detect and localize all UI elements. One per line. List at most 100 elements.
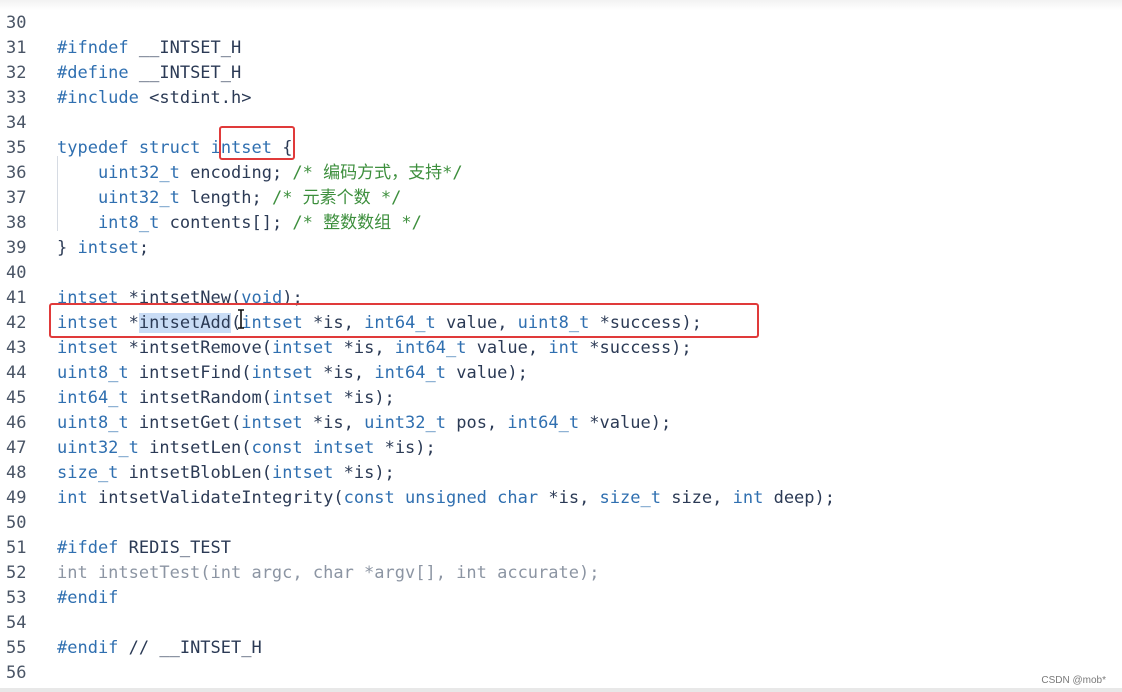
line-code[interactable]: #endif xyxy=(57,586,118,611)
line-code[interactable]: #include <stdint.h> xyxy=(57,86,251,111)
code-line[interactable]: 40 xyxy=(0,261,1122,286)
code-line[interactable]: 48 size_t intsetBlobLen(intset *is); xyxy=(0,461,1122,486)
line-code[interactable]: int64_t intsetRandom(intset *is); xyxy=(57,386,395,411)
code-token: // __INTSET_H xyxy=(118,638,262,658)
code-line[interactable]: 53 #endif xyxy=(0,586,1122,611)
code-token: *intsetRemove( xyxy=(118,338,272,358)
line-code[interactable]: int intsetTest(int argc, char *argv[], i… xyxy=(57,561,599,586)
line-code[interactable]: int intsetValidateIntegrity(const unsign… xyxy=(57,486,835,511)
code-token: <stdint.h> xyxy=(138,88,252,108)
code-token: *success); xyxy=(579,338,692,358)
line-number: 42 xyxy=(6,313,27,333)
code-token: uint8_t xyxy=(57,413,129,433)
code-line[interactable]: 32 #define __INTSET_H xyxy=(0,61,1122,86)
watermark: CSDN @mob* xyxy=(1041,675,1106,686)
code-line[interactable]: 30 xyxy=(0,11,1122,36)
line-number: 40 xyxy=(6,263,27,283)
line-code[interactable]: uint32_t encoding; /* 编码方式，支持*/ xyxy=(57,161,463,186)
code-line[interactable]: 35 typedef struct intset { xyxy=(0,136,1122,161)
line-code[interactable]: #endif // __INTSET_H xyxy=(57,636,262,661)
line-code[interactable]: uint8_t intsetFind(intset *is, int64_t v… xyxy=(57,361,528,386)
code-token: intset xyxy=(57,338,119,358)
code-token: intsetValidateIntegrity( xyxy=(87,488,344,508)
line-code[interactable]: #ifndef __INTSET_H xyxy=(57,36,241,61)
code-line[interactable]: 36 uint32_t encoding; /* 编码方式，支持*/ xyxy=(0,161,1122,186)
line-number: 31 xyxy=(6,38,27,58)
line-code[interactable]: uint8_t intsetGet(intset *is, uint32_t p… xyxy=(57,411,671,436)
code-token: intset xyxy=(271,338,334,358)
code-token: int xyxy=(732,488,764,508)
highlight-box-struct-name xyxy=(219,126,295,160)
code-token: #endif xyxy=(57,638,119,658)
code-line[interactable]: 45 int64_t intsetRandom(intset *is); xyxy=(0,386,1122,411)
line-code[interactable]: intset *intsetRemove(intset *is, int64_t… xyxy=(57,336,692,361)
code-line[interactable]: 52 int intsetTest(int argc, char *argv[],… xyxy=(0,561,1122,586)
code-token: *is, xyxy=(312,363,375,383)
line-code[interactable]: } intset; xyxy=(57,236,149,261)
code-editor[interactable]: 29 */3031#ifndef __INTSET_H32#define __I… xyxy=(0,0,1122,692)
line-number: 49 xyxy=(6,488,27,508)
line-code[interactable]: uint32_t length; /* 元素个数 */ xyxy=(57,186,401,211)
line-number: 53 xyxy=(6,588,27,608)
code-line[interactable]: 37 uint32_t length; /* 元素个数 */ xyxy=(0,186,1122,211)
code-line[interactable]: 56 xyxy=(0,661,1122,686)
code-token: uint32_t xyxy=(364,413,446,433)
code-token: *is, xyxy=(333,338,395,358)
code-token: int xyxy=(548,338,580,358)
code-line[interactable]: 39} intset; xyxy=(0,236,1122,261)
code-token: intsetFind( xyxy=(128,363,252,383)
code-token: int64_t xyxy=(57,388,129,408)
code-line[interactable]: 34 xyxy=(0,111,1122,136)
code-token: __INTSET_H xyxy=(128,38,242,58)
code-line[interactable]: 49 int intsetValidateIntegrity(const unsi… xyxy=(0,486,1122,511)
code-line[interactable]: 46 uint8_t intsetGet(intset *is, uint32_t… xyxy=(0,411,1122,436)
code-token: typedef xyxy=(57,138,129,158)
code-token: ; xyxy=(138,238,150,258)
code-token: contents[]; xyxy=(159,213,293,233)
code-token: value, xyxy=(466,338,549,358)
code-token: size_t xyxy=(599,488,661,508)
line-number: 52 xyxy=(6,563,27,583)
line-code[interactable]: #ifdef REDIS_TEST xyxy=(57,536,231,561)
code-line[interactable]: 31 #ifndef __INTSET_H xyxy=(0,36,1122,61)
code-line[interactable]: 54 xyxy=(0,611,1122,636)
code-token: __INTSET_H xyxy=(128,63,242,83)
code-token: #ifndef xyxy=(57,38,129,58)
code-line[interactable]: 43 intset *intsetRemove(intset *is, int64… xyxy=(0,336,1122,361)
line-number: 48 xyxy=(6,463,27,483)
code-token: intset xyxy=(271,388,334,408)
line-number: 32 xyxy=(6,63,27,83)
code-token: int64_t xyxy=(374,363,446,383)
code-line[interactable]: 44 uint8_t intsetFind(intset *is, int64_t… xyxy=(0,361,1122,386)
code-token: *is, xyxy=(302,413,365,433)
code-line[interactable]: 38 int8_t contents[]; /* 整数数组 */ xyxy=(0,211,1122,236)
code-token: REDIS_TEST xyxy=(118,538,232,558)
highlight-box-intsetadd-line xyxy=(49,303,759,338)
code-token: *is); xyxy=(333,388,395,408)
code-token: intsetBlobLen( xyxy=(118,463,272,483)
code-line[interactable]: 47 uint32_t intsetLen(const intset *is); xyxy=(0,436,1122,461)
code-token: value); xyxy=(445,363,528,383)
line-code[interactable]: size_t intsetBlobLen(intset *is); xyxy=(57,461,395,486)
line-number: 45 xyxy=(6,388,27,408)
code-line[interactable]: 51 #ifdef REDIS_TEST xyxy=(0,536,1122,561)
line-number: 55 xyxy=(6,638,27,658)
line-number: 36 xyxy=(6,163,27,183)
line-code[interactable]: uint32_t intsetLen(const intset *is); xyxy=(57,436,436,461)
bottom-bar xyxy=(0,688,1122,692)
line-number: 33 xyxy=(6,88,27,108)
code-token: const xyxy=(343,488,395,508)
code-line[interactable]: 50 xyxy=(0,511,1122,536)
code-token: #include xyxy=(57,88,139,108)
code-line[interactable]: 55 #endif // __INTSET_H xyxy=(0,636,1122,661)
line-number: 54 xyxy=(6,613,27,633)
line-code[interactable]: int8_t contents[]; /* 整数数组 */ xyxy=(57,211,422,236)
code-line[interactable]: 33 #include <stdint.h> xyxy=(0,86,1122,111)
line-code[interactable]: #define __INTSET_H xyxy=(57,61,241,86)
line-number: 44 xyxy=(6,363,27,383)
code-token: int64_t xyxy=(394,338,467,358)
